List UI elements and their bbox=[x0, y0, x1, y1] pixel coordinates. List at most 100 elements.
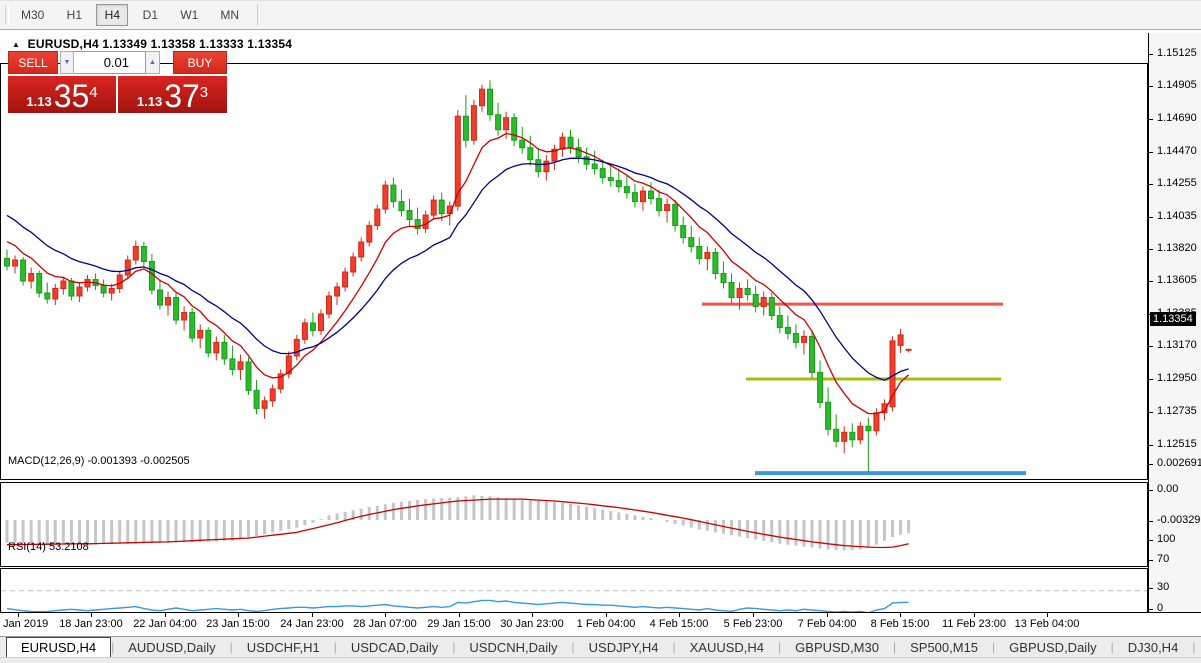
chart-tab-xauusd-h4[interactable]: XAUUSD,H4 bbox=[676, 637, 778, 657]
chart-tab-gbpusd-daily[interactable]: GBPUSD,Daily bbox=[995, 637, 1110, 657]
main-chart-panel[interactable] bbox=[1, 64, 1148, 480]
time-axis-tick bbox=[974, 613, 975, 617]
rsi-axis-label-tick bbox=[1149, 540, 1153, 541]
macd-axis-label-tick bbox=[1149, 490, 1153, 491]
chart-tab-usdjpy-h4[interactable]: USDJPY,H4 bbox=[575, 637, 673, 657]
sell-price-big: 35 bbox=[54, 82, 90, 110]
time-axis-tick bbox=[753, 613, 754, 617]
price-axis-label-tick bbox=[1149, 281, 1153, 282]
chart-ohlc-values: 1.13349 1.13358 1.13333 1.13354 bbox=[102, 37, 292, 51]
time-axis-tick bbox=[18, 613, 19, 617]
toolbar-grip[interactable] bbox=[5, 5, 9, 25]
time-axis-label: 13 Feb 04:00 bbox=[1015, 618, 1080, 630]
chart-tab-bar: EURUSD,H4|AUDUSD,Daily|USDCHF,H1|USDCAD,… bbox=[0, 636, 1201, 657]
timeframe-button-h1[interactable]: H1 bbox=[58, 4, 90, 26]
rsi-axis-label: 100 bbox=[1157, 533, 1175, 545]
timeframe-button-m30[interactable]: M30 bbox=[13, 4, 52, 26]
chart-tab-usdcnh-daily[interactable]: USDCNH,Daily bbox=[455, 637, 571, 657]
time-axis-tick bbox=[385, 613, 386, 617]
price-axis-label: 1.12515 bbox=[1157, 438, 1197, 450]
time-axis-label: 29 Jan 15:00 bbox=[427, 618, 491, 630]
price-axis-label: 1.13605 bbox=[1157, 274, 1197, 286]
buy-button[interactable]: BUY bbox=[173, 51, 227, 74]
rsi-axis-label-tick bbox=[1149, 588, 1153, 589]
time-axis-tick bbox=[827, 613, 828, 617]
timeframe-button-d1[interactable]: D1 bbox=[134, 4, 166, 26]
price-axis-label: 1.14470 bbox=[1157, 145, 1197, 157]
buy-price-big: 37 bbox=[164, 82, 200, 110]
time-axis[interactable]: 17 Jan 201918 Jan 23:0022 Jan 04:0023 Ja… bbox=[0, 612, 1201, 636]
time-axis-tick bbox=[679, 613, 680, 617]
timeframe-toolbar: M30 H1 H4 D1 W1 MN bbox=[0, 0, 1201, 30]
rsi-axis-label: 30 bbox=[1157, 581, 1169, 593]
macd-panel[interactable] bbox=[1, 483, 1148, 567]
volume-input[interactable] bbox=[74, 51, 146, 74]
timeframe-button-w1[interactable]: W1 bbox=[172, 4, 206, 26]
buy-price-button[interactable]: 1.13 37 3 bbox=[118, 76, 227, 113]
chart-tab-dj30-h4[interactable]: DJ30,H4 bbox=[1114, 637, 1193, 657]
one-click-trade-panel: SELL ▼ ▲ BUY 1.13 35 4 1.13 37 3 bbox=[8, 51, 228, 113]
price-axis-label: 1.12950 bbox=[1157, 372, 1197, 384]
time-axis-label: 28 Jan 07:00 bbox=[353, 618, 417, 630]
macd-indicator-label: MACD(12,26,9) -0.001393 -0.002505 bbox=[8, 455, 190, 467]
price-axis-label-tick bbox=[1149, 119, 1153, 120]
chart-tab-audusd-daily[interactable]: AUDUSD,Daily bbox=[114, 637, 229, 657]
price-axis-label: 1.15125 bbox=[1157, 47, 1197, 59]
price-axis-label: 1.14905 bbox=[1157, 79, 1197, 91]
time-axis-tick bbox=[532, 613, 533, 617]
price-axis-label-tick bbox=[1149, 249, 1153, 250]
buy-price-prefix: 1.13 bbox=[137, 93, 162, 110]
price-chart-canvas[interactable] bbox=[0, 30, 1148, 642]
sell-price-pip: 4 bbox=[89, 88, 97, 98]
timeframe-button-mn[interactable]: MN bbox=[212, 4, 247, 26]
rsi-indicator-label: RSI(14) 53.2108 bbox=[8, 541, 89, 553]
price-axis-label-tick bbox=[1149, 86, 1153, 87]
timeframe-button-h4[interactable]: H4 bbox=[96, 4, 128, 26]
price-axis-label-tick bbox=[1149, 346, 1153, 347]
buy-price-pip: 3 bbox=[200, 88, 208, 98]
trading-platform-window: M30 H1 H4 D1 W1 MN ▲ EURUSD,H4 1.13349 1.1335… bbox=[0, 0, 1201, 663]
price-axis-label-tick bbox=[1149, 152, 1153, 153]
chart-tab-tech100-h1[interactable]: TECH100,H1 bbox=[1195, 637, 1201, 657]
price-axis-label: 1.12735 bbox=[1157, 405, 1197, 417]
price-axis-label: 1.13170 bbox=[1157, 339, 1197, 351]
macd-axis-label: 0.002691 bbox=[1157, 457, 1201, 469]
rsi-axis-label: 70 bbox=[1157, 553, 1169, 565]
time-axis-label: 23 Jan 15:00 bbox=[206, 618, 270, 630]
volume-increase-button[interactable]: ▲ bbox=[146, 51, 160, 74]
time-axis-tick bbox=[459, 613, 460, 617]
price-axis-label-tick bbox=[1149, 217, 1153, 218]
price-axis-label-tick bbox=[1149, 379, 1153, 380]
time-axis-label: 11 Feb 23:00 bbox=[942, 618, 1006, 630]
time-axis-label: 7 Feb 04:00 bbox=[798, 618, 857, 630]
chart-tab-sp500-m15[interactable]: SP500,M15 bbox=[896, 637, 992, 657]
toolbar-separator bbox=[257, 4, 258, 26]
sell-price-button[interactable]: 1.13 35 4 bbox=[8, 76, 116, 113]
price-axis[interactable]: 1.151251.149051.146901.144701.142551.140… bbox=[1148, 33, 1201, 612]
chart-tab-gbpusd-m30[interactable]: GBPUSD,M30 bbox=[781, 637, 893, 657]
price-axis-label-tick bbox=[1149, 445, 1153, 446]
price-axis-label: 1.13820 bbox=[1157, 242, 1197, 254]
sell-button[interactable]: SELL bbox=[8, 51, 58, 74]
chart-window: ▲ EURUSD,H4 1.13349 1.13358 1.13333 1.13… bbox=[0, 30, 1201, 636]
chart-tab-eurusd-h4[interactable]: EURUSD,H4 bbox=[6, 637, 111, 657]
time-axis-tick bbox=[900, 613, 901, 617]
collapse-panel-icon[interactable]: ▲ bbox=[12, 40, 20, 49]
sell-price-prefix: 1.13 bbox=[26, 93, 51, 110]
time-axis-label: 8 Feb 15:00 bbox=[871, 618, 930, 630]
time-axis-label: 1 Feb 04:00 bbox=[577, 618, 636, 630]
time-axis-label: 24 Jan 23:00 bbox=[280, 618, 344, 630]
volume-decrease-button[interactable]: ▼ bbox=[60, 51, 74, 74]
price-axis-label-tick bbox=[1149, 54, 1153, 55]
time-axis-tick bbox=[238, 613, 239, 617]
macd-axis-label: 0.00 bbox=[1157, 483, 1178, 495]
price-axis-label: 1.14035 bbox=[1157, 210, 1197, 222]
timeframe-buttons: M30 H1 H4 D1 W1 MN bbox=[13, 4, 253, 26]
rsi-axis-label: 0 bbox=[1157, 602, 1163, 614]
time-axis-tick bbox=[165, 613, 166, 617]
chart-tab-usdchf-h1[interactable]: USDCHF,H1 bbox=[233, 637, 334, 657]
macd-axis-label-tick bbox=[1149, 521, 1153, 522]
chart-tab-usdcad-daily[interactable]: USDCAD,Daily bbox=[337, 637, 452, 657]
time-axis-tick bbox=[1047, 613, 1048, 617]
macd-axis-label-tick bbox=[1149, 464, 1153, 465]
